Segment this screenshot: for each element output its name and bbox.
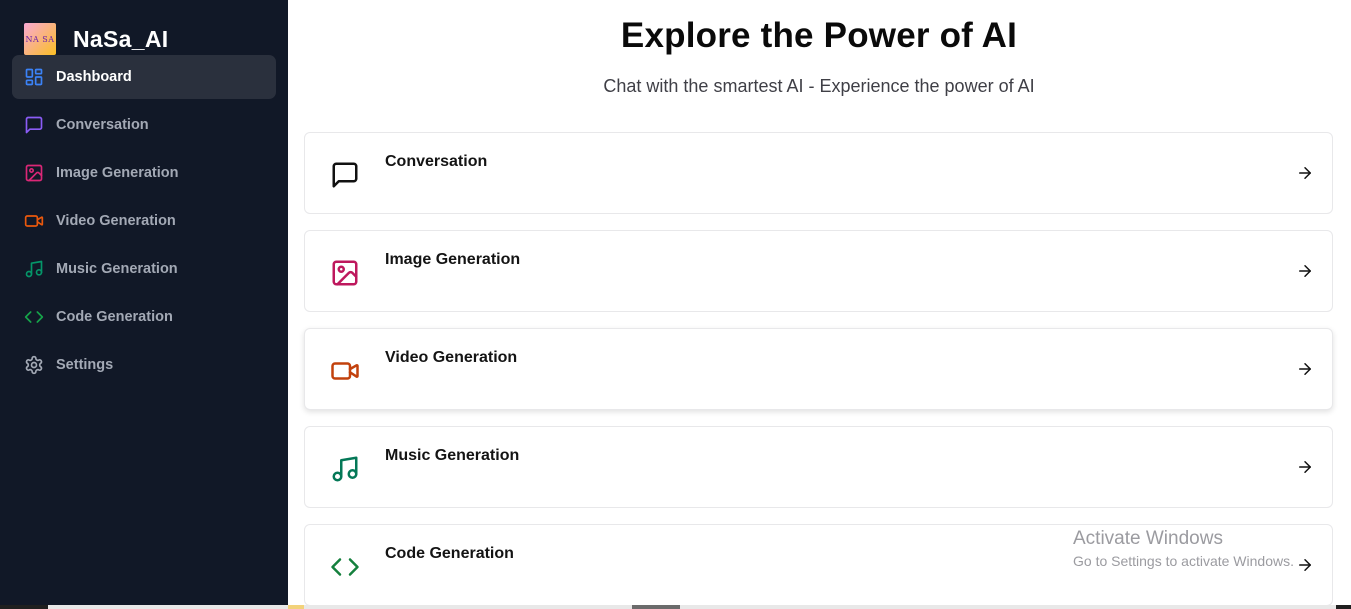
sidebar-item-settings[interactable]: Settings — [12, 343, 276, 387]
sidebar-nav: Dashboard Conversation Image Generation — [12, 55, 276, 391]
page-subtitle: Chat with the smartest AI - Experience t… — [603, 76, 1035, 96]
sidebar-item-label: Dashboard — [56, 69, 132, 85]
sidebar-item-label: Code Generation — [56, 309, 173, 325]
taskbar-edge — [0, 605, 1351, 609]
page-title: Explore the Power of AI — [620, 16, 1018, 55]
tool-card-label: Video Generation — [385, 349, 518, 366]
tool-card-conversation[interactable]: Conversation — [304, 132, 1333, 214]
main-content: Explore the Power of AI Chat with the sm… — [288, 0, 1351, 609]
sidebar-item-dashboard[interactable]: Dashboard — [12, 55, 276, 99]
taskbar-segment — [48, 605, 288, 609]
tool-card-list: Conversation Image Generation Video Gene… — [304, 132, 1333, 609]
video-icon — [24, 211, 44, 231]
message-square-icon — [24, 115, 44, 135]
tool-card-label: Image Generation — [385, 251, 521, 268]
taskbar-segment — [288, 605, 304, 609]
brand[interactable]: NA SA NaSa_AI — [24, 19, 168, 59]
tool-card-music-generation[interactable]: Music Generation — [304, 426, 1333, 508]
layout-dashboard-icon — [24, 67, 44, 87]
code-icon — [24, 307, 44, 327]
app-window: NA SA NaSa_AI Dashboard Conversation Ima… — [0, 0, 1351, 609]
arrow-right-icon — [1296, 164, 1316, 184]
arrow-right-icon — [1296, 458, 1316, 478]
taskbar-segment — [632, 605, 680, 609]
video-icon — [329, 355, 361, 387]
tool-card-label: Code Generation — [385, 545, 514, 562]
tool-card-video-generation[interactable]: Video Generation — [304, 328, 1333, 410]
sidebar-item-label: Image Generation — [56, 165, 179, 181]
message-square-icon — [329, 159, 361, 191]
brand-logo: NA SA — [24, 23, 56, 55]
sidebar-item-label: Conversation — [56, 117, 149, 133]
taskbar-segment — [304, 605, 632, 609]
settings-icon — [24, 355, 44, 375]
sidebar-item-music-generation[interactable]: Music Generation — [12, 247, 276, 291]
arrow-right-icon — [1296, 360, 1316, 380]
music-icon — [329, 453, 361, 485]
sidebar-item-label: Music Generation — [56, 261, 178, 277]
brand-name: NaSa_AI — [73, 25, 169, 52]
tool-card-code-generation[interactable]: Code Generation — [304, 524, 1333, 606]
tool-card-image-generation[interactable]: Image Generation — [304, 230, 1333, 312]
sidebar: NA SA NaSa_AI Dashboard Conversation Ima… — [0, 0, 288, 609]
sidebar-item-conversation[interactable]: Conversation — [12, 103, 276, 147]
sidebar-item-video-generation[interactable]: Video Generation — [12, 199, 276, 243]
image-icon — [24, 163, 44, 183]
tool-card-label: Conversation — [385, 153, 488, 170]
taskbar-segment — [680, 605, 1336, 609]
sidebar-item-code-generation[interactable]: Code Generation — [12, 295, 276, 339]
sidebar-item-image-generation[interactable]: Image Generation — [12, 151, 276, 195]
sidebar-item-label: Video Generation — [56, 213, 176, 229]
image-icon — [329, 257, 361, 289]
tool-card-label: Music Generation — [385, 447, 520, 464]
code-icon — [329, 551, 361, 583]
sidebar-item-label: Settings — [56, 357, 114, 373]
arrow-right-icon — [1296, 556, 1316, 576]
arrow-right-icon — [1296, 262, 1316, 282]
music-icon — [24, 259, 44, 279]
